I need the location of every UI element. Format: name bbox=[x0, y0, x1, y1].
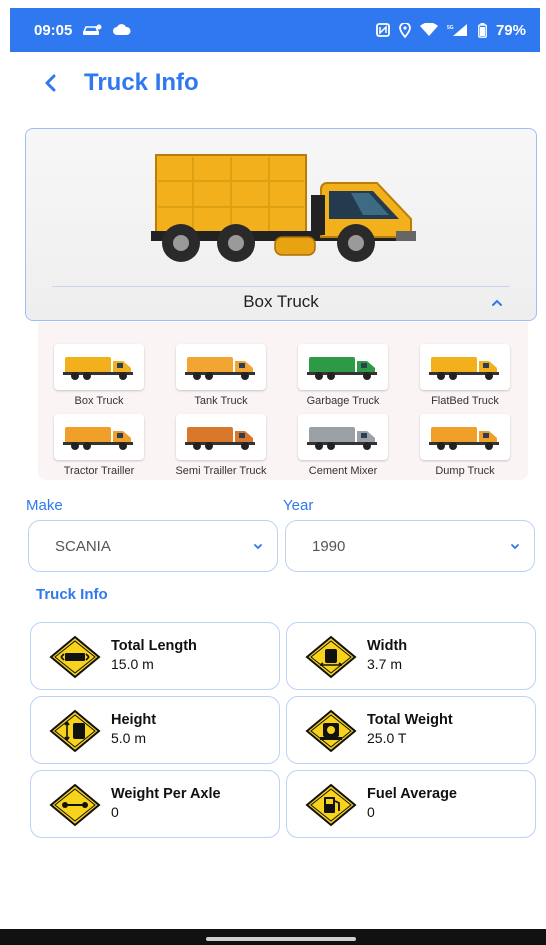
info-card: Total Weight 25.0 T bbox=[286, 696, 536, 764]
back-button[interactable] bbox=[30, 63, 70, 103]
chevron-down-icon bbox=[510, 543, 520, 550]
info-value: 25.0 T bbox=[367, 730, 407, 746]
truck-type-option[interactable]: Box Truck bbox=[38, 344, 160, 414]
info-value: 0 bbox=[111, 804, 119, 820]
truck-thumbnail bbox=[420, 344, 510, 390]
truck-type-label: Cement Mixer bbox=[308, 465, 378, 477]
width-icon bbox=[305, 635, 357, 684]
truck-type-label: Box Truck bbox=[74, 395, 124, 407]
year-value: 1990 bbox=[312, 537, 346, 555]
truck-thumbnail bbox=[176, 344, 266, 390]
selected-truck-name: Box Truck bbox=[243, 292, 319, 311]
location-icon bbox=[399, 22, 411, 38]
page-title: Truck Info bbox=[84, 69, 199, 96]
truck-type-label: FlatBed Truck bbox=[431, 395, 499, 407]
info-card: Total Length 15.0 m bbox=[30, 622, 280, 690]
info-title: Width bbox=[367, 638, 408, 654]
info-card: Weight Per Axle 0 bbox=[30, 770, 280, 838]
make-label: Make bbox=[26, 497, 63, 514]
truck-type-label: Garbage Truck bbox=[306, 395, 380, 407]
status-bar: 09:05 5G 79% bbox=[10, 8, 540, 52]
box-truck-image bbox=[151, 154, 416, 262]
chevron-up-icon[interactable] bbox=[488, 294, 506, 312]
info-title: Fuel Average bbox=[367, 786, 457, 802]
info-card: Width 3.7 m bbox=[286, 622, 536, 690]
battery-icon bbox=[478, 22, 487, 38]
home-indicator[interactable] bbox=[206, 937, 356, 941]
car-notification-icon bbox=[82, 23, 102, 37]
info-title: Weight Per Axle bbox=[111, 786, 221, 802]
info-value: 15.0 m bbox=[111, 656, 154, 672]
truck-type-label: Tank Truck bbox=[194, 395, 248, 407]
truck-thumbnail bbox=[54, 344, 144, 390]
info-card: Height 5.0 m bbox=[30, 696, 280, 764]
length-icon bbox=[49, 635, 101, 684]
status-time: 09:05 bbox=[34, 21, 73, 39]
info-card: Fuel Average 0 bbox=[286, 770, 536, 838]
card-divider bbox=[52, 286, 510, 287]
truck-type-label: Tractor Trailler bbox=[63, 465, 135, 477]
truck-type-label: Semi Trailler Truck bbox=[175, 465, 267, 477]
battery-percentage: 79% bbox=[495, 21, 526, 39]
truck-thumbnail bbox=[298, 414, 388, 460]
info-title: Total Length bbox=[111, 638, 197, 654]
weight-icon bbox=[305, 709, 357, 758]
truck-thumbnail bbox=[176, 414, 266, 460]
axle-icon bbox=[49, 783, 101, 832]
truck-thumbnail bbox=[420, 414, 510, 460]
truck-type-option[interactable]: Garbage Truck bbox=[282, 344, 404, 414]
truck-type-grid: Box Truck Tank Truck Garbage Truck FlatBed … bbox=[38, 322, 528, 480]
info-title: Total Weight bbox=[367, 712, 453, 728]
cellular-signal-icon: 5G bbox=[447, 23, 469, 37]
truck-type-option[interactable]: Tank Truck bbox=[160, 344, 282, 414]
svg-text:5G: 5G bbox=[447, 25, 454, 31]
info-title: Height bbox=[111, 712, 157, 728]
truck-type-option[interactable]: Cement Mixer bbox=[282, 414, 404, 480]
info-value: 0 bbox=[367, 804, 375, 820]
year-dropdown[interactable]: 1990 bbox=[285, 520, 535, 572]
nfc-icon bbox=[376, 23, 390, 37]
make-dropdown[interactable]: SCANIA bbox=[28, 520, 278, 572]
fuel-icon bbox=[305, 783, 357, 832]
info-value: 3.7 m bbox=[367, 656, 403, 672]
selected-truck-card[interactable]: Box Truck bbox=[25, 128, 537, 321]
app-header: Truck Info bbox=[0, 52, 546, 114]
truck-type-label: Dump Truck bbox=[435, 465, 495, 477]
truck-info-heading: Truck Info bbox=[36, 586, 108, 603]
wifi-icon bbox=[419, 23, 438, 37]
truck-type-option[interactable]: Dump Truck bbox=[404, 414, 526, 480]
back-arrow-icon bbox=[45, 74, 56, 92]
year-label: Year bbox=[283, 497, 314, 514]
height-icon bbox=[49, 709, 101, 758]
truck-thumbnail bbox=[54, 414, 144, 460]
truck-type-option[interactable]: Semi Trailler Truck bbox=[160, 414, 282, 480]
chevron-down-icon bbox=[253, 543, 263, 550]
make-value: SCANIA bbox=[55, 537, 111, 555]
cloud-icon bbox=[112, 24, 132, 36]
truck-thumbnail bbox=[298, 344, 388, 390]
truck-type-option[interactable]: FlatBed Truck bbox=[404, 344, 526, 414]
info-value: 5.0 m bbox=[111, 730, 147, 746]
truck-type-option[interactable]: Tractor Trailler bbox=[38, 414, 160, 480]
